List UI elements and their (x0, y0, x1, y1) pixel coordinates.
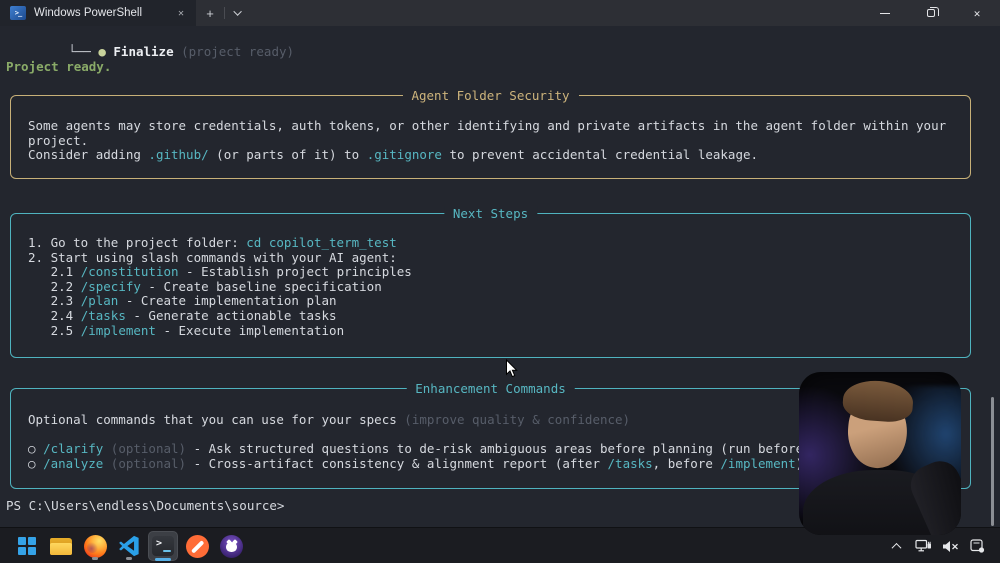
vscode-button[interactable] (114, 531, 144, 561)
titlebar[interactable]: >_ Windows PowerShell ✕ + ✕ (0, 0, 1000, 26)
mouse-cursor (505, 359, 518, 379)
postman-button[interactable] (182, 531, 212, 561)
github-desktop-icon (220, 535, 243, 558)
tab-dropdown-button[interactable] (225, 0, 253, 26)
webcam-overlay (799, 372, 961, 535)
device-tray-button[interactable] (968, 537, 986, 555)
firefox-icon (84, 535, 107, 558)
volume-muted-icon (942, 540, 959, 553)
chevron-down-icon (233, 7, 241, 15)
close-button[interactable]: ✕ (954, 0, 1000, 26)
next-step: 2. Start using slash commands with your … (28, 251, 960, 266)
hidden-icons-button[interactable] (887, 537, 905, 555)
volume-button[interactable] (941, 537, 959, 555)
network-button[interactable] (914, 537, 932, 555)
close-tab-icon[interactable]: ✕ (174, 7, 188, 20)
project-ready-message: Project ready. (6, 60, 111, 75)
panel-title: Enhancement Commands (406, 381, 575, 396)
minimize-icon (880, 13, 890, 14)
device-icon (970, 539, 985, 553)
folder-icon (50, 538, 72, 555)
file-explorer-button[interactable] (46, 531, 76, 561)
windows-terminal-button[interactable]: > (148, 531, 178, 561)
tab-windows-powershell[interactable]: >_ Windows PowerShell ✕ (0, 0, 196, 26)
new-tab-button[interactable]: + (196, 0, 224, 26)
minimize-button[interactable] (862, 0, 908, 26)
network-icon (915, 539, 932, 553)
next-steps-panel: Next Steps 1. Go to the project folder: … (10, 213, 971, 358)
powershell-icon: >_ (10, 6, 26, 20)
restore-icon (927, 9, 935, 17)
next-step: 2.3 /plan - Create implementation plan (28, 294, 960, 309)
finalize-status-line: └── ● Finalize (project ready) (8, 30, 294, 45)
active-app-indicator (155, 558, 171, 561)
prompt-line[interactable]: PS C:\Users\endless\Documents\source> (6, 499, 284, 514)
security-panel: Agent Folder Security Some agents may st… (10, 95, 971, 179)
windows-logo-icon (18, 537, 36, 555)
vscode-icon (118, 535, 140, 557)
firefox-button[interactable] (80, 531, 110, 561)
running-indicator (92, 557, 98, 560)
tab-title: Windows PowerShell (34, 7, 166, 19)
restore-button[interactable] (908, 0, 954, 26)
chevron-up-icon (891, 542, 901, 552)
scrollbar-thumb[interactable] (991, 397, 994, 526)
next-step: 2.1 /constitution - Establish project pr… (28, 265, 960, 280)
start-button[interactable] (12, 531, 42, 561)
github-desktop-button[interactable] (216, 531, 246, 561)
security-text: Some agents may store credentials, auth … (28, 119, 960, 134)
taskbar-apps: > (12, 528, 246, 563)
window-controls: ✕ (862, 0, 1000, 26)
running-indicator (126, 557, 132, 560)
desktop: >_ Windows PowerShell ✕ + ✕ └── ● Finali… (0, 0, 1000, 563)
postman-icon (186, 535, 209, 558)
next-step: 1. Go to the project folder: cd copilot_… (28, 236, 960, 251)
terminal-icon: > (152, 536, 174, 556)
panel-title: Next Steps (444, 206, 537, 221)
next-step: 2.4 /tasks - Generate actionable tasks (28, 309, 960, 324)
panel-title: Agent Folder Security (402, 88, 578, 103)
security-text: Consider adding .github/ (or parts of it… (28, 148, 960, 163)
next-step: 2.2 /specify - Create baseline specifica… (28, 280, 960, 295)
security-text: project. (28, 134, 960, 149)
next-step: 2.5 /implement - Execute implementation (28, 324, 960, 339)
status-dot-icon: ● (98, 44, 113, 59)
